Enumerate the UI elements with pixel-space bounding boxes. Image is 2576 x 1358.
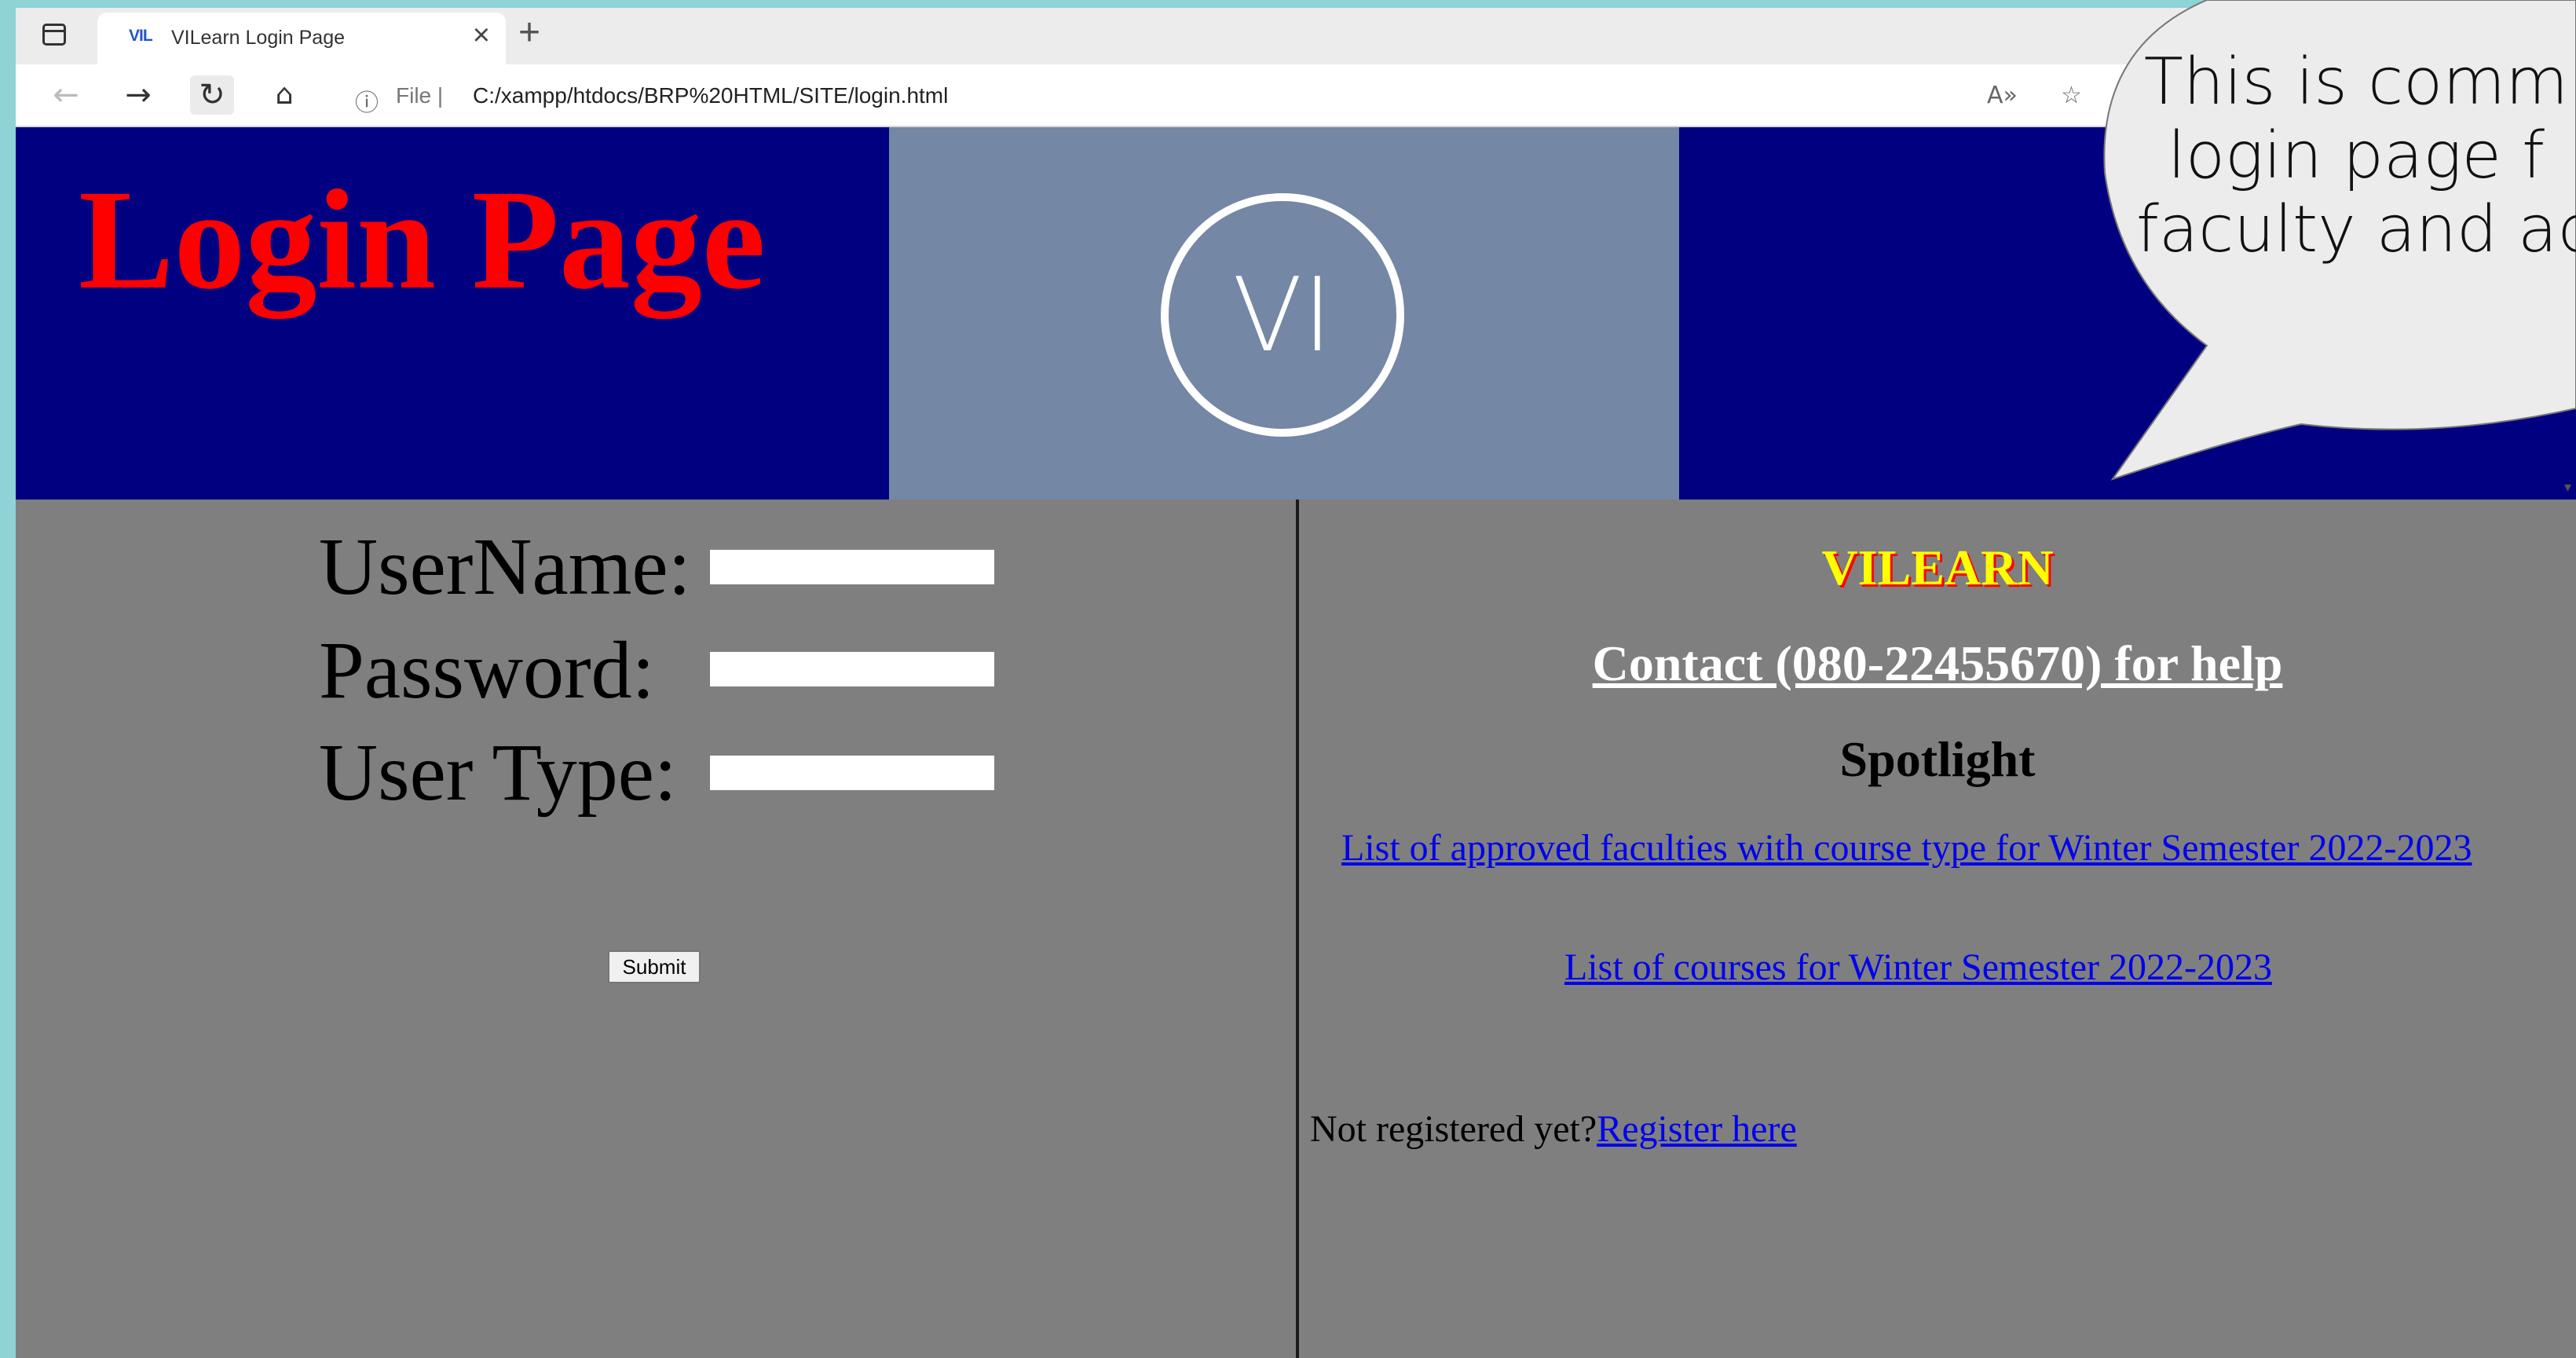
usertype-label: User Type:: [319, 727, 677, 818]
vi-logo-icon: VI: [1161, 193, 1404, 437]
read-aloud-icon[interactable]: A»: [1987, 82, 2018, 109]
register-prompt: Not registered yet?Register here: [1310, 1107, 1797, 1151]
username-input[interactable]: [710, 550, 994, 584]
spotlight-heading: Spotlight: [1839, 731, 2036, 787]
banner-left-panel: Login Page: [16, 127, 889, 500]
site-info-icon[interactable]: ⓘ: [355, 83, 379, 118]
approved-faculties-link[interactable]: List of approved faculties with course t…: [1341, 826, 2472, 869]
window-menu-icon[interactable]: [42, 24, 66, 46]
password-label: Password:: [319, 625, 655, 716]
callout-text: This is comm login page f faculty and ad: [2136, 46, 2576, 267]
callout-line: This is comm: [2143, 46, 2569, 119]
reload-icon[interactable]: ↻: [190, 75, 234, 115]
username-label: UserName:: [319, 522, 691, 612]
forward-icon[interactable]: →: [116, 75, 160, 115]
vilearn-favicon-icon: VIL: [129, 27, 153, 45]
brand-heading: VILEARN: [1821, 540, 2054, 595]
url-scheme: File |: [396, 83, 444, 108]
password-input[interactable]: [710, 652, 994, 686]
login-form: UserName: Password: User Type: Submit: [16, 500, 1296, 1358]
logo-text: VI: [1232, 255, 1333, 375]
tab-vilearn-login[interactable]: VIL VILearn Login Page ×: [97, 13, 506, 64]
close-tab-icon[interactable]: ×: [473, 20, 490, 50]
contact-help-link[interactable]: Contact (080-22455670) for help: [1299, 635, 2576, 693]
courses-list-link[interactable]: List of courses for Winter Semester 2022…: [1564, 946, 2272, 989]
callout-line: faculty and ad: [2136, 192, 2576, 267]
page-title: Login Page: [79, 161, 766, 319]
register-prompt-text: Not registered yet?: [1310, 1108, 1597, 1150]
info-panel: VILEARN Contact (080-22455670) for help …: [1299, 500, 2576, 1358]
callout-line: login page f: [2168, 119, 2545, 193]
new-tab-icon[interactable]: +: [518, 14, 540, 52]
usertype-input[interactable]: [710, 756, 994, 790]
register-link[interactable]: Register here: [1597, 1108, 1797, 1150]
submit-button[interactable]: Submit: [608, 950, 701, 983]
tab-title: VILearn Login Page: [171, 27, 346, 49]
url-field[interactable]: C:/xampp/htdocs/BRP%20HTML/SITE/login.ht…: [473, 83, 948, 108]
back-icon[interactable]: ←: [44, 75, 88, 115]
home-icon[interactable]: ⌂: [262, 75, 306, 115]
